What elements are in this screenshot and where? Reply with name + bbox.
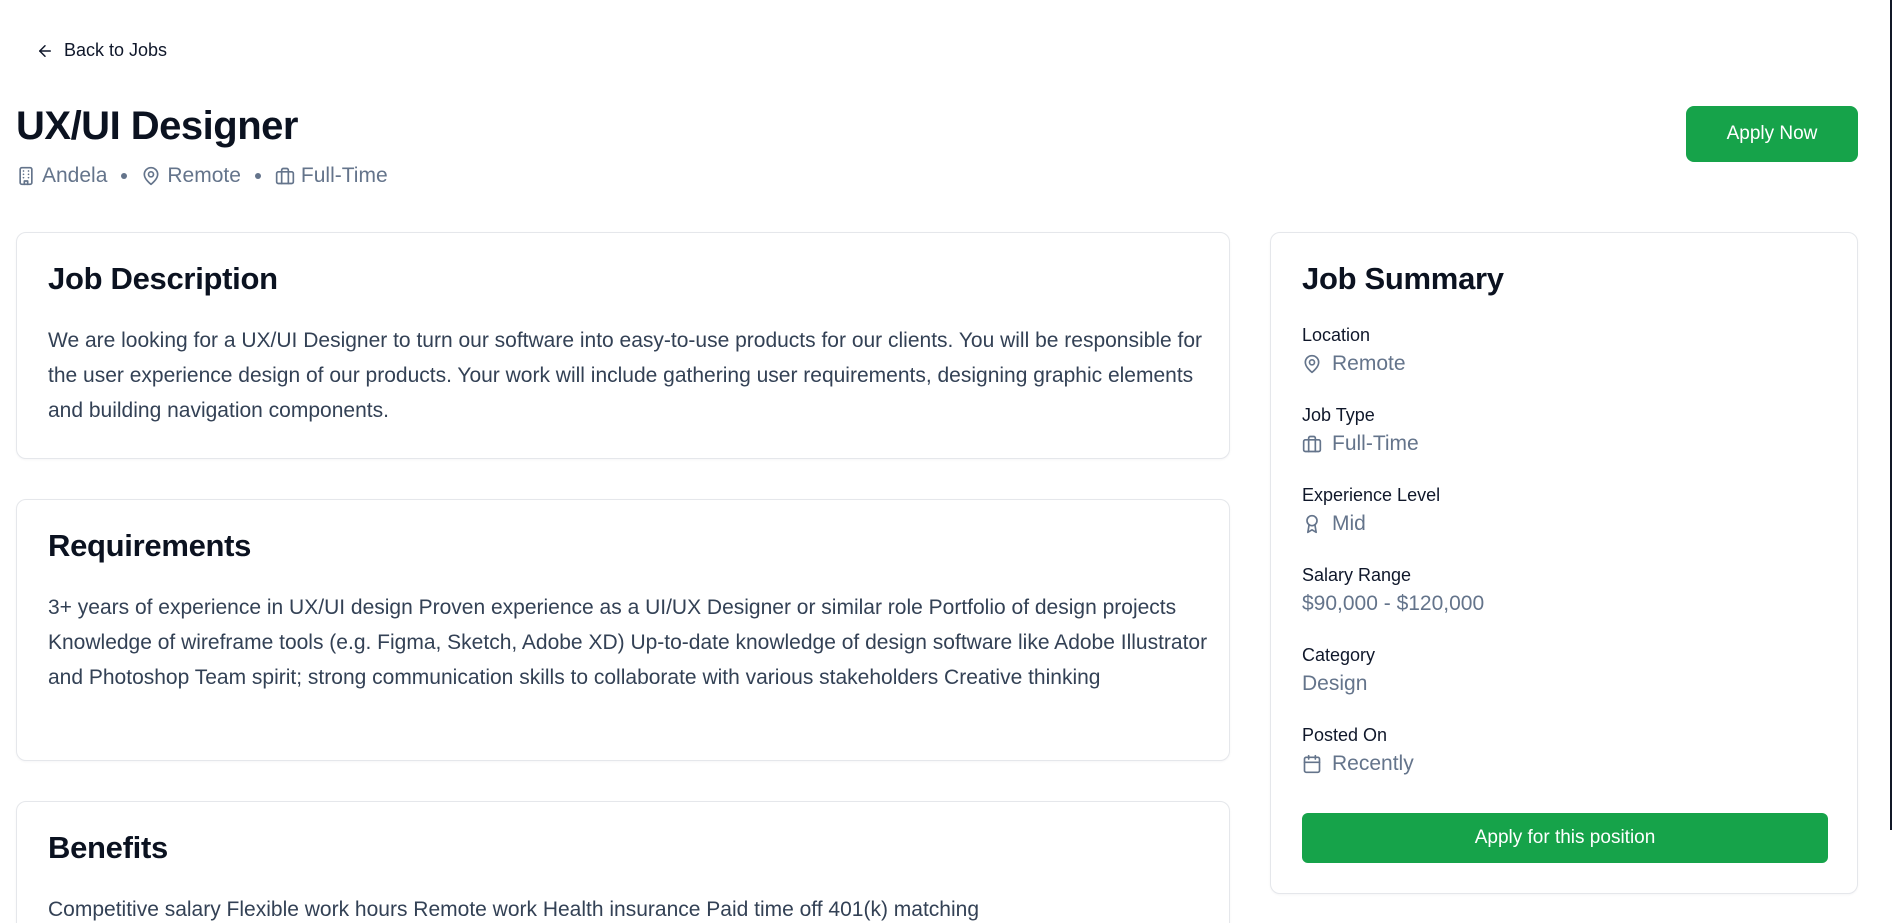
location-meta: Remote — [141, 164, 241, 188]
summary-job-type-value-row: Full-Time — [1302, 432, 1419, 456]
award-icon — [1306, 514, 1318, 534]
job-detail-page: Back to Jobs UX/UI Designer Andela Remot — [0, 0, 1892, 923]
summary-experience-value: Mid — [1332, 512, 1366, 535]
summary-job-type-value: Full-Time — [1332, 432, 1419, 455]
summary-location-label: Location — [1302, 325, 1371, 345]
summary-salary: Salary Range $90,000 - $120,000 — [1302, 565, 1484, 616]
summary-experience: Experience Level Mid — [1302, 485, 1440, 536]
job-summary-title: Job Summary — [1302, 261, 1504, 296]
company-meta: Andela — [16, 164, 107, 188]
requirements-card: Requirements 3+ years of experience in U… — [16, 499, 1230, 761]
job-description-card: Job Description We are looking for a UX/… — [16, 232, 1230, 459]
summary-experience-label: Experience Level — [1302, 485, 1441, 505]
summary-job-type-label: Job Type — [1302, 405, 1375, 425]
summary-category-label: Category — [1302, 645, 1376, 665]
summary-salary-label: Salary Range — [1302, 565, 1412, 585]
job-type-meta: Full-Time — [275, 164, 388, 188]
job-description-text: We are looking for a UX/UI Designer to t… — [48, 329, 1203, 422]
company-name: Andela — [42, 164, 108, 187]
benefits-card: Benefits Competitive salary Flexible wor… — [16, 801, 1230, 923]
apply-for-position-button[interactable]: Apply for this position — [1302, 813, 1828, 863]
summary-salary-value: $90,000 - $120,000 — [1302, 592, 1485, 615]
requirements-text: 3+ years of experience in UX/UI design P… — [48, 596, 1208, 689]
job-title: UX/UI Designer — [16, 104, 298, 148]
job-description-title: Job Description — [48, 261, 278, 296]
summary-category: Category Design — [1302, 645, 1375, 696]
summary-experience-value-row: Mid — [1302, 512, 1440, 536]
job-type-text: Full-Time — [300, 164, 388, 187]
summary-posted-value: Recently — [1332, 752, 1414, 775]
summary-location-value: Remote — [1332, 352, 1406, 375]
summary-category-value-row: Design — [1302, 672, 1375, 696]
location-text: Remote — [167, 164, 241, 187]
back-to-jobs-link[interactable]: Back to Jobs — [36, 40, 167, 61]
requirements-title: Requirements — [48, 528, 252, 563]
calendar-icon — [1303, 754, 1321, 774]
summary-posted: Posted On Recently — [1302, 725, 1414, 776]
back-to-jobs-label: Back to Jobs — [64, 40, 168, 60]
meta-separator — [121, 173, 128, 179]
summary-location-value-row: Remote — [1302, 352, 1406, 376]
meta-separator — [254, 173, 261, 179]
map-pin-icon — [143, 166, 159, 186]
job-summary-card: Job Summary Location Remote Job Type Ful… — [1270, 232, 1858, 894]
briefcase-icon — [1302, 435, 1322, 453]
job-meta-row: Andela Remote Full-Time — [16, 164, 388, 188]
building-icon — [19, 166, 33, 186]
summary-posted-label: Posted On — [1302, 725, 1388, 745]
summary-location: Location Remote — [1302, 325, 1406, 376]
summary-category-value: Design — [1302, 672, 1368, 695]
map-pin-icon — [1304, 354, 1320, 374]
briefcase-icon — [275, 167, 295, 185]
apply-now-button[interactable]: Apply Now — [1686, 106, 1858, 162]
benefits-title: Benefits — [48, 830, 168, 865]
summary-salary-value-row: $90,000 - $120,000 — [1302, 592, 1484, 616]
summary-posted-value-row: Recently — [1302, 752, 1414, 776]
summary-job-type: Job Type Full-Time — [1302, 405, 1419, 456]
benefits-text: Competitive salary Flexible work hours R… — [48, 898, 980, 921]
arrow-left-icon — [39, 44, 51, 57]
